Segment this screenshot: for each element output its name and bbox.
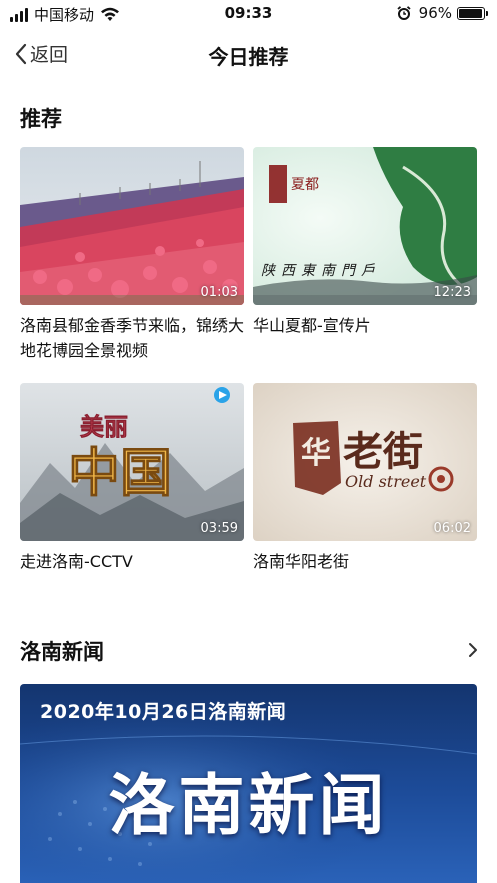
video-card-cctv[interactable]: 美丽 中国 03:59 走进洛南-CCTV [20,383,244,574]
svg-text:中国: 中国 [68,443,172,504]
video-title: 洛南华阳老街 [253,552,350,571]
status-bar: 中国移动 09:33 96% [0,0,497,28]
video-thumbnail: 美丽 中国 03:59 [20,383,244,541]
video-card-old-street[interactable]: 华 老街 Old street 06:02 洛南华阳老街 [253,383,477,574]
video-duration: 06:02 [433,521,471,536]
video-thumbnail: 01:03 [20,147,244,305]
video-card-tulip[interactable]: 01:03 洛南县郁金香季节来临，锦绣大地花博园全景视频 [20,147,244,363]
video-title: 洛南县郁金香季节来临，锦绣大地花博园全景视频 [20,316,245,360]
back-button[interactable]: 返回 [14,40,68,67]
battery-percent: 96% [418,4,452,22]
news-section-title: 洛南新闻 [20,640,104,664]
video-duration: 03:59 [200,521,238,536]
chevron-right-icon[interactable] [467,641,479,659]
video-overlay-subtext: Old street [345,472,427,491]
video-card-huashan[interactable]: 夏都 陕西東南門戶 12:23 华山夏都-宣传片 [253,147,477,338]
nav-bar: 返回 今日推荐 [0,32,497,76]
video-overlay-text: 陕西東南門戶 [261,263,381,279]
page-title: 今日推荐 [208,45,289,69]
video-duration: 12:23 [433,285,471,300]
video-thumbnail: 华 老街 Old street 06:02 [253,383,477,541]
battery-icon [457,6,488,20]
svg-text:美丽: 美丽 [80,412,128,441]
news-banner[interactable]: 2020年10月26日洛南新闻 洛南新闻 [20,684,477,883]
news-banner-title: 洛南新闻 [108,767,389,844]
news-banner-date: 2020年10月26日洛南新闻 [40,701,287,723]
video-duration: 01:03 [200,285,238,300]
video-overlay-text: 老街 [343,428,423,475]
svg-text:夏都: 夏都 [291,177,319,193]
status-right: 96% [397,4,488,22]
recommend-section-title: 推荐 [20,107,62,131]
video-thumbnail: 夏都 陕西東南門戶 12:23 [253,147,477,305]
svg-text:华: 华 [301,436,331,471]
chevron-left-icon [15,43,27,64]
back-label: 返回 [30,44,69,66]
video-title: 华山夏都-宣传片 [253,316,371,335]
video-title: 走进洛南-CCTV [20,552,133,571]
battery-fill [459,8,483,18]
alarm-icon [397,6,411,20]
